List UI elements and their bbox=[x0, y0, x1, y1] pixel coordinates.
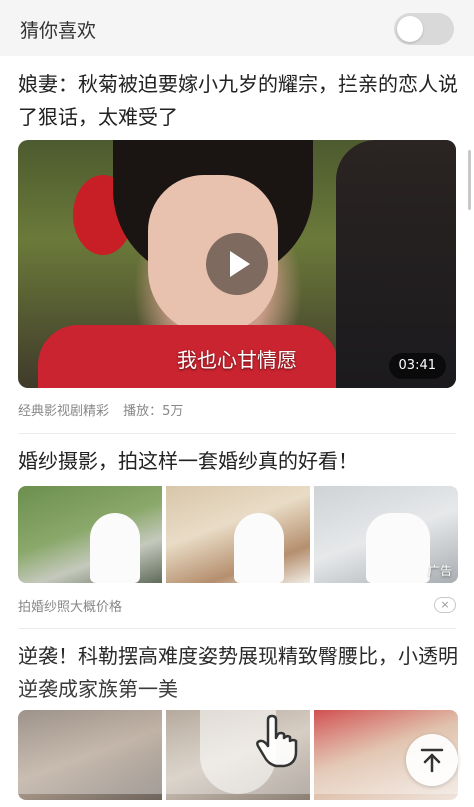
bride-figure bbox=[234, 513, 284, 583]
back-to-top-button[interactable] bbox=[406, 734, 458, 786]
play-icon bbox=[230, 251, 250, 277]
feed-header: 猜你喜欢 bbox=[0, 0, 474, 56]
image-thumbnail-1[interactable] bbox=[18, 710, 162, 800]
recommend-toggle[interactable] bbox=[394, 13, 454, 45]
hand-pointer-icon bbox=[256, 714, 298, 768]
ad-thumbnail-row[interactable]: 广告 bbox=[18, 486, 458, 583]
feed-item-title[interactable]: 娘妻：秋菊被迫要嫁小九岁的耀宗，拦亲的恋人说了狠话，太难受了 bbox=[18, 68, 458, 134]
ad-thumbnail-1[interactable] bbox=[18, 486, 162, 583]
ad-thumbnail-2[interactable] bbox=[166, 486, 310, 583]
ad-label: 广告 bbox=[427, 564, 452, 578]
video-meta: 经典影视剧精彩 播放：5万 bbox=[18, 400, 183, 419]
video-plays: 播放：5万 bbox=[123, 404, 184, 419]
play-button[interactable] bbox=[206, 233, 268, 295]
ad-caption: 拍婚纱照大概价格 bbox=[18, 600, 123, 615]
ad-title[interactable]: 婚纱摄影，拍这样一套婚纱真的好看！ bbox=[18, 445, 458, 478]
divider bbox=[18, 433, 456, 434]
arrow-up-to-top-icon bbox=[420, 748, 444, 773]
ad-thumbnail-3[interactable]: 广告 bbox=[314, 486, 458, 583]
divider bbox=[18, 628, 456, 629]
video-duration: 03:41 bbox=[388, 353, 446, 379]
bride-figure bbox=[90, 513, 140, 583]
bride-figure bbox=[366, 513, 430, 583]
video-source[interactable]: 经典影视剧精彩 bbox=[18, 404, 109, 419]
toggle-knob bbox=[397, 16, 423, 42]
video-player[interactable]: 我也心甘情愿 03:41 bbox=[18, 140, 456, 388]
scrollbar[interactable] bbox=[468, 150, 471, 210]
close-ad-icon[interactable]: × bbox=[434, 597, 456, 613]
header-title: 猜你喜欢 bbox=[20, 20, 97, 42]
